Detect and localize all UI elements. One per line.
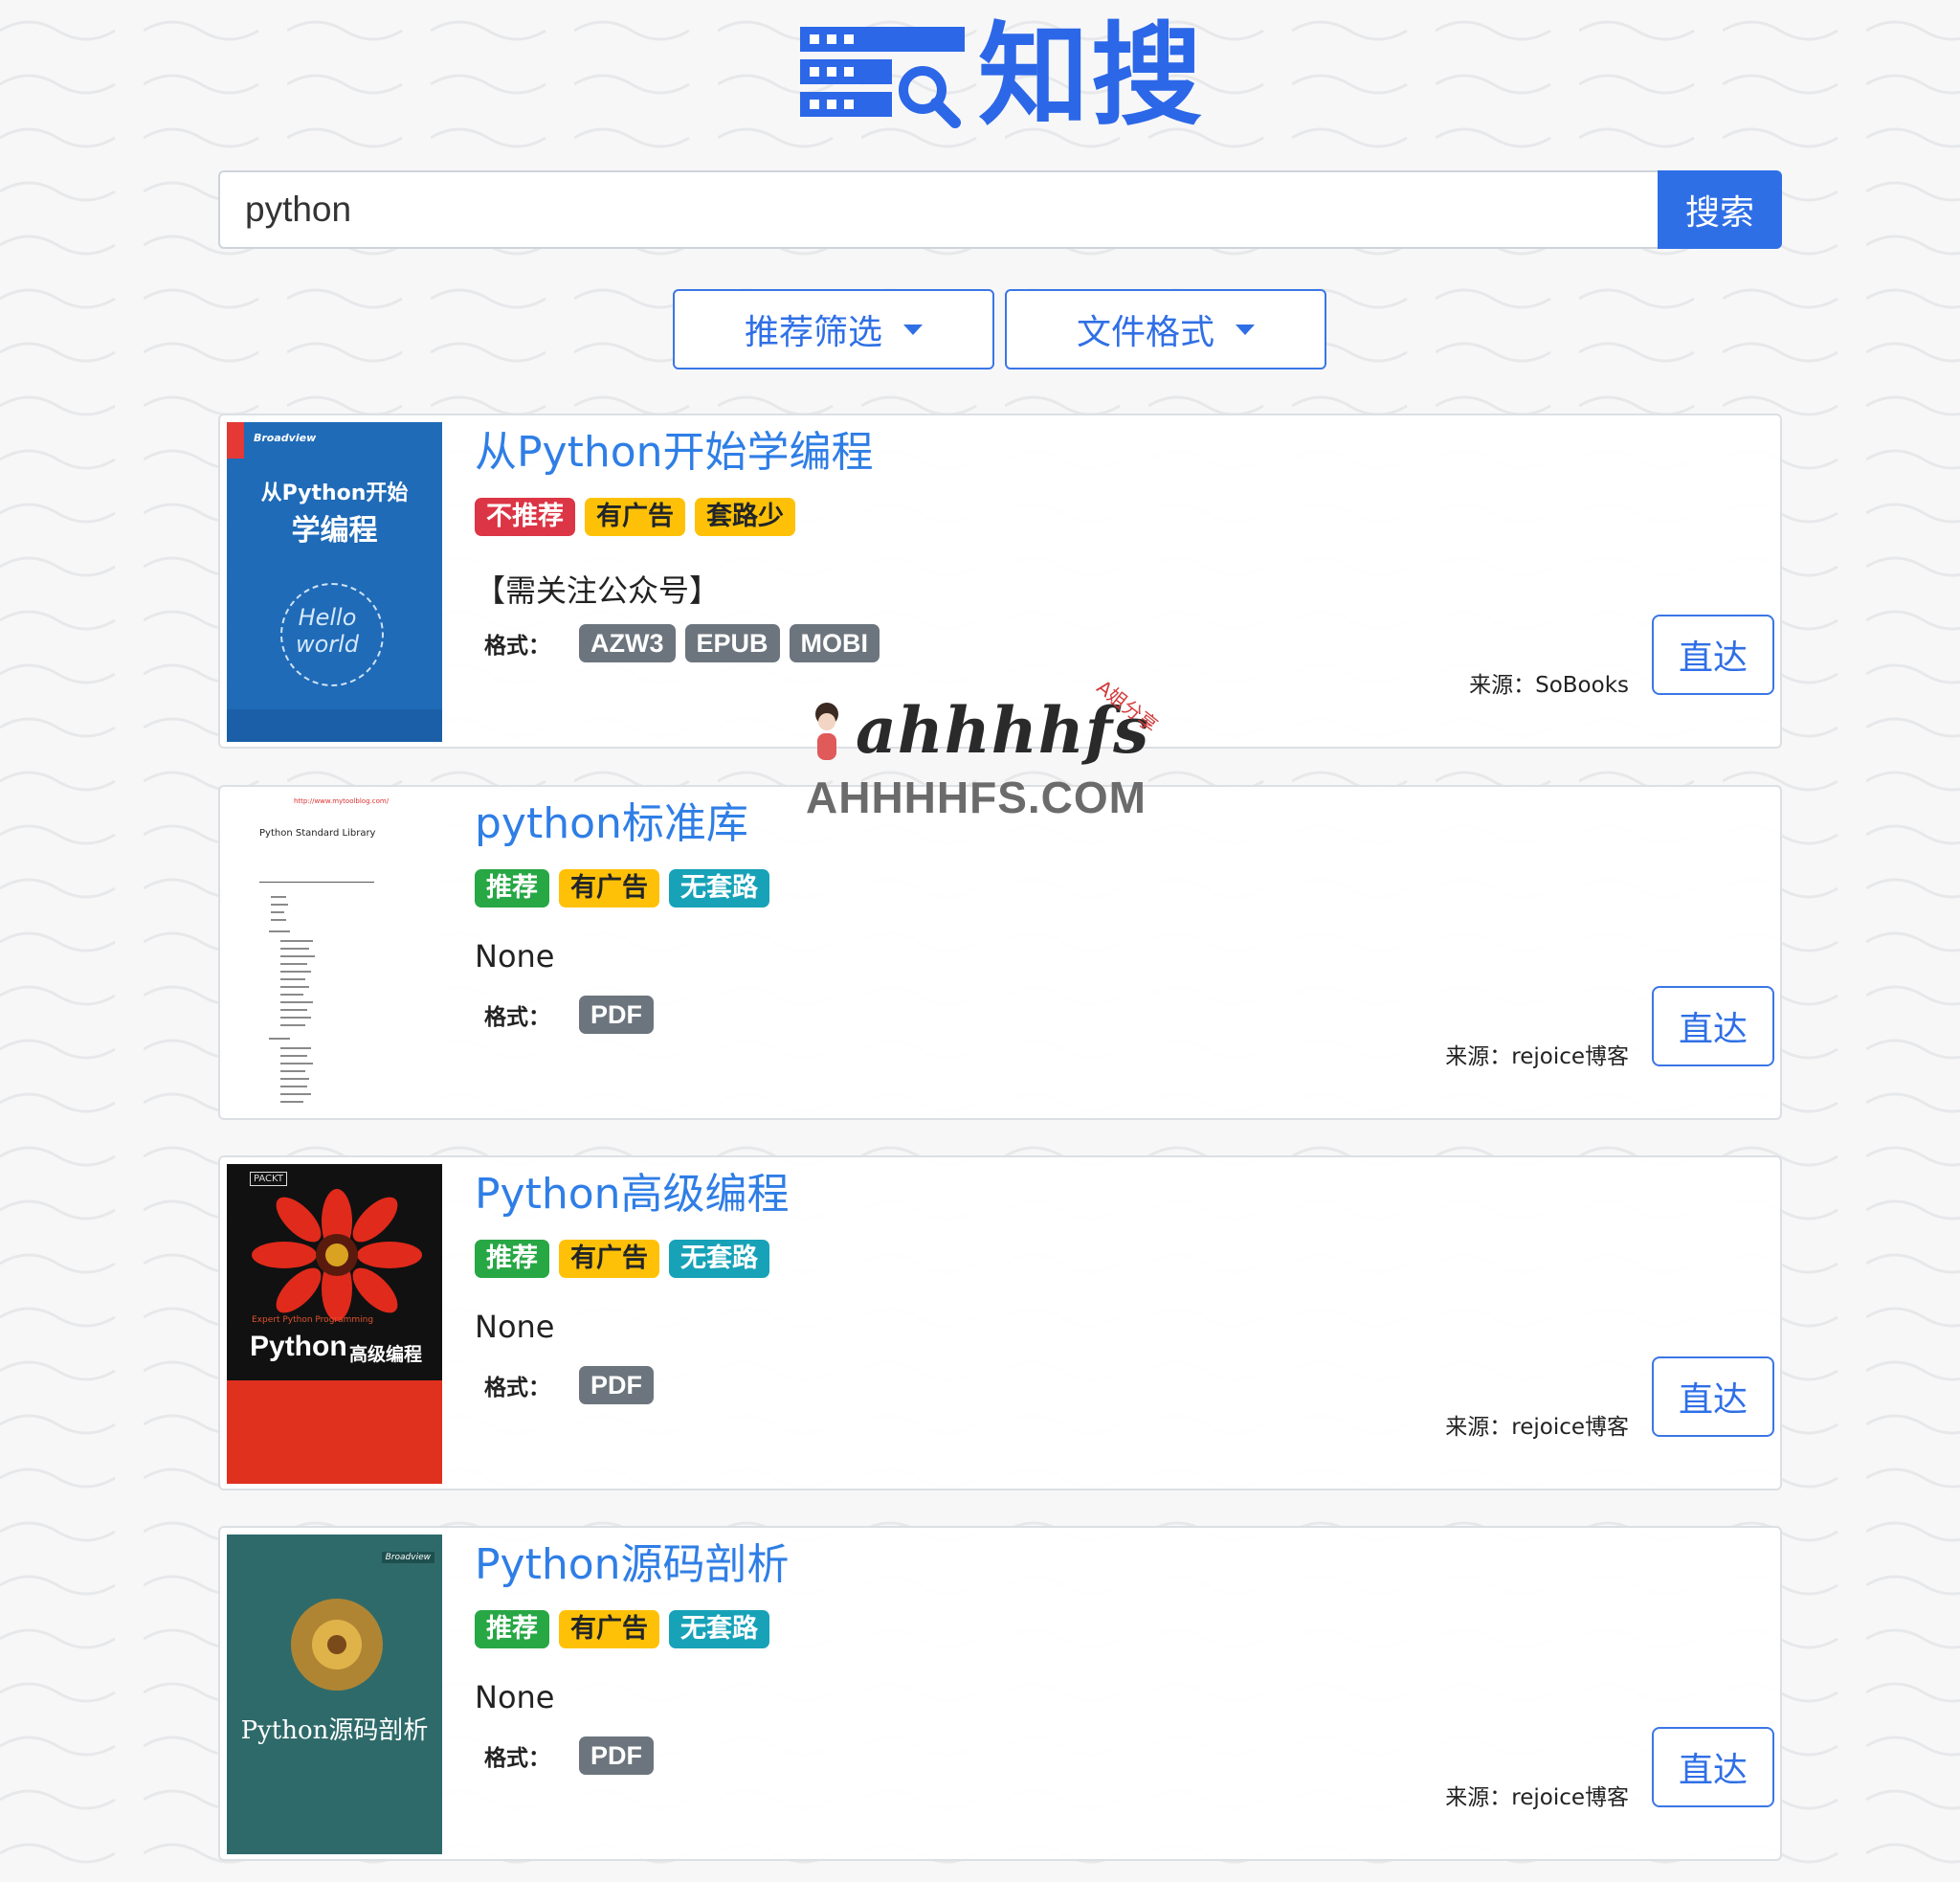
site-logo[interactable]: 知搜 — [800, 19, 1204, 134]
cover-url: http://www.mytoolblog.com/ — [294, 797, 390, 805]
tag-badge: 推荐 — [475, 1610, 549, 1648]
caret-down-icon — [903, 324, 923, 335]
direct-link-button[interactable]: 直达 — [1652, 1727, 1774, 1807]
caret-down-icon — [1236, 324, 1255, 335]
book-cover[interactable]: Broadview Python源码剖析 — [227, 1535, 442, 1854]
logo-database-search-icon — [800, 27, 965, 128]
tag-badge: 无套路 — [669, 1610, 769, 1648]
tag-badge: 有广告 — [559, 1240, 659, 1278]
format-label: 格式： — [484, 1005, 550, 1030]
result-card: Broadview Python源码剖析 Python源码剖析 推荐 有广告 无… — [218, 1526, 1782, 1861]
direct-link-button[interactable]: 直达 — [1652, 986, 1774, 1066]
result-note: None — [475, 1309, 555, 1345]
result-card: http://www.mytoolblog.com/ Python Standa… — [218, 785, 1782, 1120]
format-row: 格式： PDF — [484, 1736, 663, 1775]
tag-list: 不推荐 有广告 套路少 — [475, 498, 795, 536]
tag-badge: 有广告 — [585, 498, 685, 536]
file-format-label: 文件格式 — [1076, 313, 1214, 352]
source-text: 来源：rejoice博客 — [1445, 1415, 1629, 1440]
flower-illustration — [252, 1189, 422, 1321]
cover-subtitle: Expert Python Programming — [252, 1315, 374, 1325]
search-page: 知搜 搜索 推荐筛选 文件格式 Broadview 从Python开始 学编程 … — [0, 0, 1960, 1882]
result-note: 【需关注公众号】 — [475, 572, 721, 609]
format-label: 格式： — [484, 634, 550, 659]
format-badge: PDF — [579, 996, 654, 1034]
cover-title-line: Python源码剖析 — [240, 1716, 429, 1745]
tag-badge: 推荐 — [475, 869, 549, 907]
tag-list: 推荐 有广告 无套路 — [475, 1610, 769, 1648]
cover-publisher: Broadview — [254, 432, 317, 444]
format-label: 格式： — [484, 1746, 550, 1771]
format-row: 格式： AZW3 EPUB MOBI — [484, 624, 889, 662]
book-cover[interactable]: Broadview 从Python开始 学编程 Hello world — [227, 422, 442, 742]
source-text: 来源：rejoice博客 — [1445, 1044, 1629, 1069]
result-card: Broadview 从Python开始 学编程 Hello world 从Pyt… — [218, 414, 1782, 749]
result-card: PACKT Expert Python Programming Python 高… — [218, 1155, 1782, 1490]
search-input[interactable] — [218, 170, 1659, 249]
recommend-filter-label: 推荐筛选 — [744, 313, 882, 352]
format-badge: PDF — [579, 1736, 654, 1775]
tag-badge: 无套路 — [669, 1240, 769, 1278]
result-note: None — [475, 1679, 555, 1715]
tag-badge: 套路少 — [695, 498, 795, 536]
tag-badge: 推荐 — [475, 1240, 549, 1278]
format-row: 格式： PDF — [484, 1366, 663, 1404]
tag-list: 推荐 有广告 无套路 — [475, 1240, 769, 1278]
format-badge: EPUB — [684, 624, 780, 662]
logo-text: 知搜 — [978, 11, 1204, 141]
tag-badge: 有广告 — [559, 869, 659, 907]
format-badge: MOBI — [789, 624, 880, 662]
format-label: 格式： — [484, 1376, 550, 1400]
result-title-link[interactable]: Python源码剖析 — [475, 1530, 790, 1591]
cover-publisher: Broadview — [381, 1552, 434, 1563]
format-row: 格式： PDF — [484, 996, 663, 1034]
file-format-dropdown[interactable]: 文件格式 — [1005, 289, 1326, 370]
result-note: None — [475, 938, 555, 975]
book-cover[interactable]: PACKT Expert Python Programming Python 高… — [227, 1164, 442, 1484]
format-badge: AZW3 — [579, 624, 676, 662]
cover-art-text: Hello world — [295, 604, 360, 658]
source-text: 来源：rejoice博客 — [1445, 1785, 1629, 1810]
tag-badge: 有广告 — [559, 1610, 659, 1648]
direct-link-button[interactable]: 直达 — [1652, 1356, 1774, 1437]
book-cover[interactable]: http://www.mytoolblog.com/ Python Standa… — [227, 794, 442, 1113]
tag-list: 推荐 有广告 无套路 — [475, 869, 769, 907]
source-text: 来源：SoBooks — [1469, 673, 1629, 698]
direct-link-button[interactable]: 直达 — [1652, 615, 1774, 695]
recommend-filter-dropdown[interactable]: 推荐筛选 — [673, 289, 994, 370]
cover-title-line: 高级编程 — [349, 1344, 423, 1365]
tag-badge: 无套路 — [669, 869, 769, 907]
cover-title-line: 从Python开始 — [260, 482, 409, 505]
cover-title-line: Python Standard Library — [259, 828, 376, 839]
result-title-link[interactable]: 从Python开始学编程 — [475, 417, 874, 479]
result-title-link[interactable]: Python高级编程 — [475, 1159, 790, 1221]
search-button[interactable]: 搜索 — [1658, 170, 1782, 249]
table-of-contents-graphic — [269, 896, 315, 1103]
format-badge: PDF — [579, 1366, 654, 1404]
tag-badge: 不推荐 — [475, 498, 575, 536]
flower-illustration — [291, 1599, 383, 1691]
result-title-link[interactable]: python标准库 — [475, 789, 748, 850]
cover-title-line: Python — [250, 1331, 347, 1362]
cover-title-line: 学编程 — [291, 514, 378, 548]
